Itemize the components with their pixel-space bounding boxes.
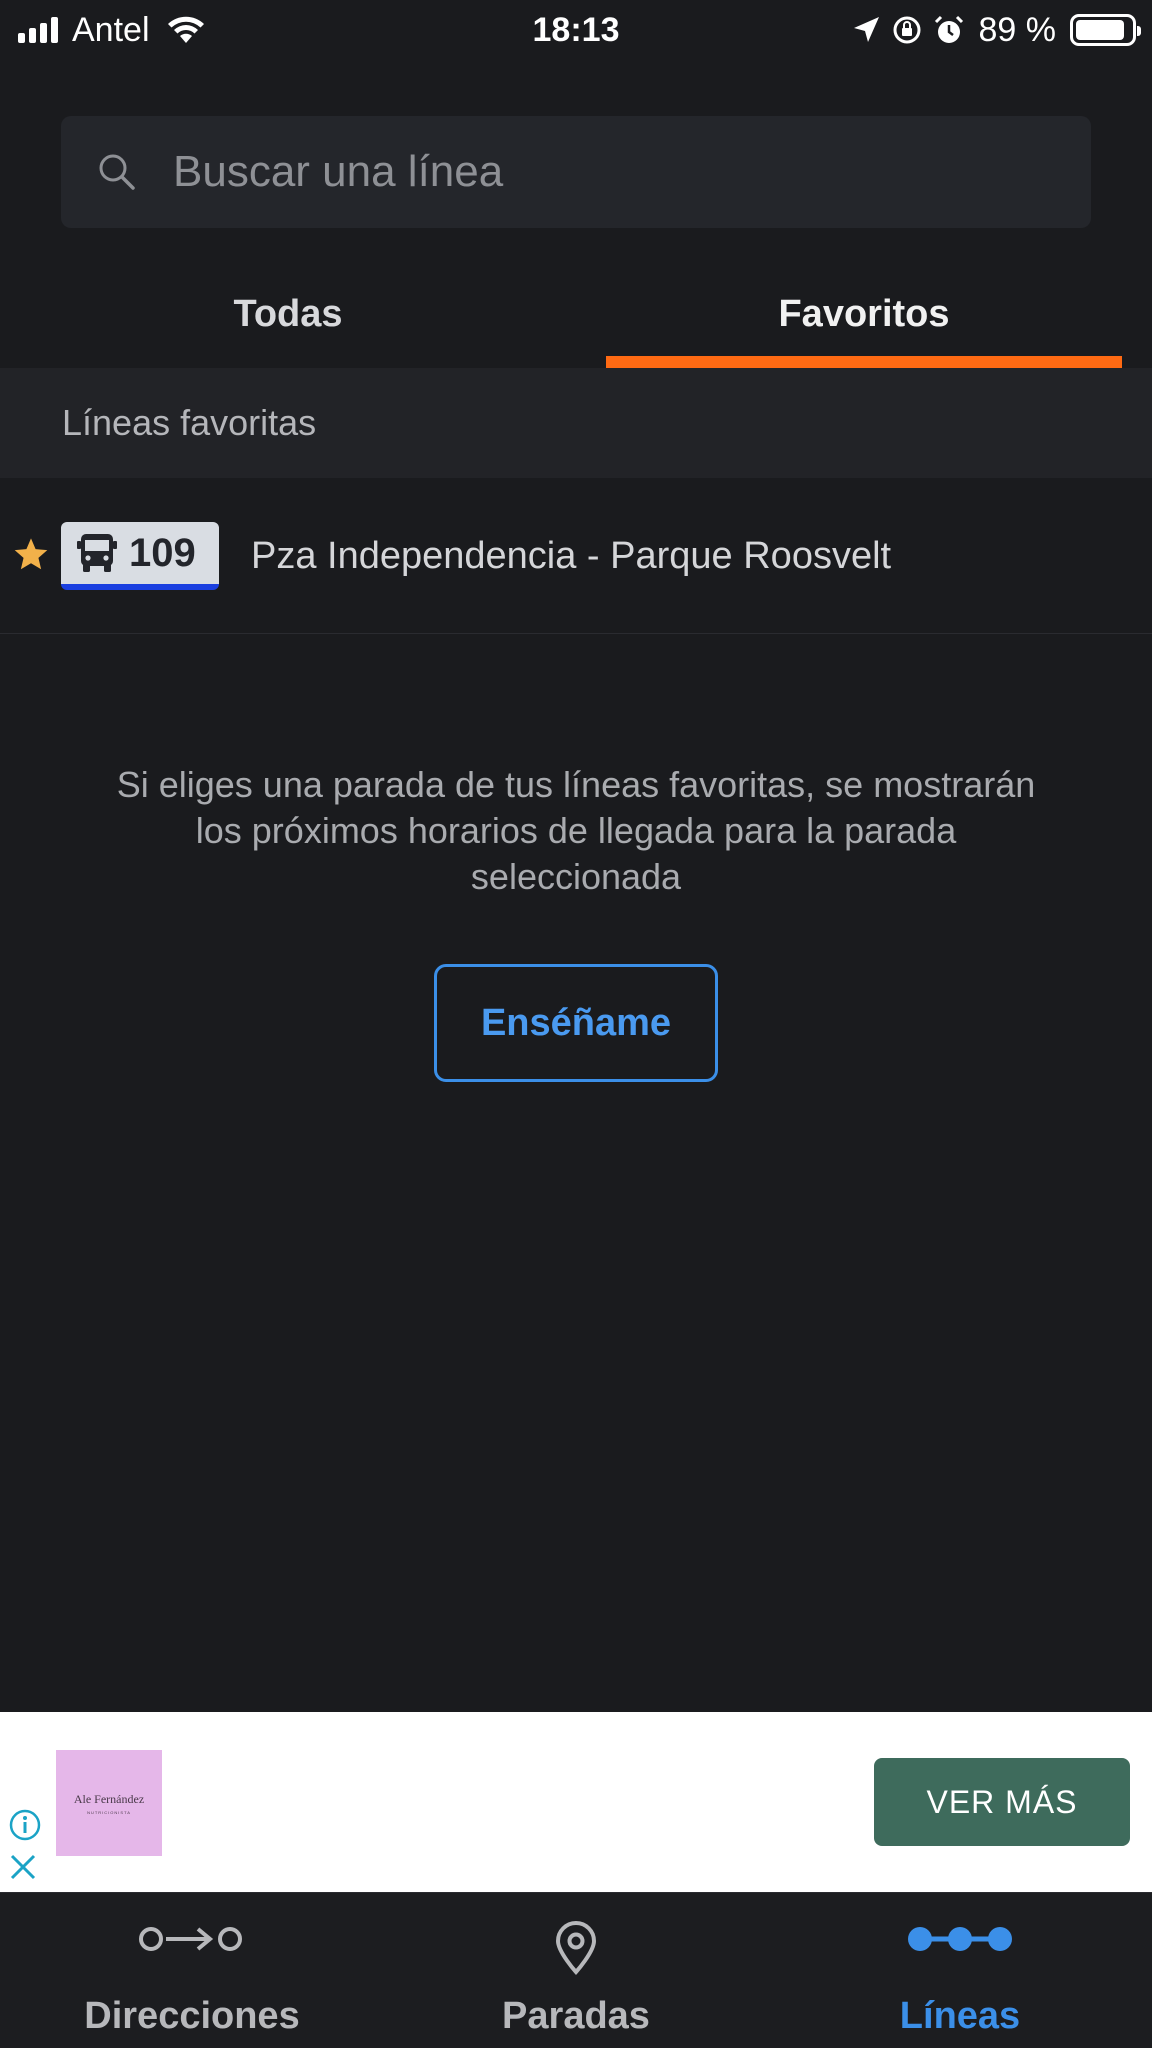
- ad-brand-logo-text: Ale Fernández: [73, 1791, 145, 1806]
- favorite-line-row[interactable]: 109 Pza Independencia - Parque Roosvelt: [0, 478, 1152, 634]
- nav-item-direcciones[interactable]: Direcciones: [0, 1893, 384, 2048]
- battery-fill: [1076, 20, 1125, 40]
- lines-icon: [908, 1927, 1012, 1951]
- info-message: Si eliges una parada de tus líneas favor…: [116, 764, 1036, 897]
- map-pin-icon: [555, 1921, 597, 1975]
- rotation-lock-icon: [893, 16, 920, 44]
- ad-banner[interactable]: Ale Fernández NUTRICIONISTA VER MÁS: [0, 1712, 1152, 1892]
- tab-favoritos[interactable]: Favoritos: [576, 260, 1152, 368]
- line-route: Pza Independencia - Parque Roosvelt: [251, 534, 892, 577]
- tab-bar: Todas Favoritos: [0, 260, 1152, 368]
- bus-icon: [77, 534, 117, 572]
- tab-todas[interactable]: Todas: [0, 260, 576, 368]
- location-icon: [853, 17, 879, 42]
- search-bar[interactable]: [61, 116, 1091, 228]
- nav-label-paradas: Paradas: [502, 1995, 650, 2037]
- active-tab-indicator: [606, 356, 1122, 368]
- teach-me-button[interactable]: Enséñame: [434, 964, 718, 1082]
- nav-label-direcciones: Direcciones: [84, 1995, 300, 2037]
- nav-item-paradas[interactable]: Paradas: [384, 1893, 768, 2048]
- section-header-favorite-lines: Líneas favoritas: [0, 368, 1152, 478]
- alarm-icon: [934, 15, 963, 43]
- line-number: 109: [129, 530, 196, 575]
- directions-icon: [139, 1927, 242, 1951]
- ad-close-icon[interactable]: [8, 1852, 38, 1882]
- battery-percent: 89 %: [978, 10, 1057, 49]
- status-bar-right: 89 %: [851, 8, 1141, 52]
- line-badge: 109: [61, 522, 219, 590]
- status-bar: Antel 18:13 89 %: [0, 0, 1152, 60]
- star-icon[interactable]: [12, 536, 50, 574]
- search-icon: [99, 154, 135, 190]
- ad-image[interactable]: Ale Fernández NUTRICIONISTA: [56, 1750, 162, 1856]
- bottom-nav: Direcciones Paradas Líneas: [0, 1892, 1152, 2048]
- nav-label-lineas: Líneas: [899, 1995, 1021, 2037]
- ad-brand-subtitle: NUTRICIONISTA: [87, 1809, 131, 1815]
- search-input[interactable]: [173, 116, 1063, 228]
- ad-cta-button[interactable]: VER MÁS: [874, 1758, 1130, 1846]
- nav-item-lineas[interactable]: Líneas: [768, 1893, 1152, 2048]
- battery-icon: [1070, 14, 1141, 46]
- ad-info-icon[interactable]: [8, 1808, 42, 1842]
